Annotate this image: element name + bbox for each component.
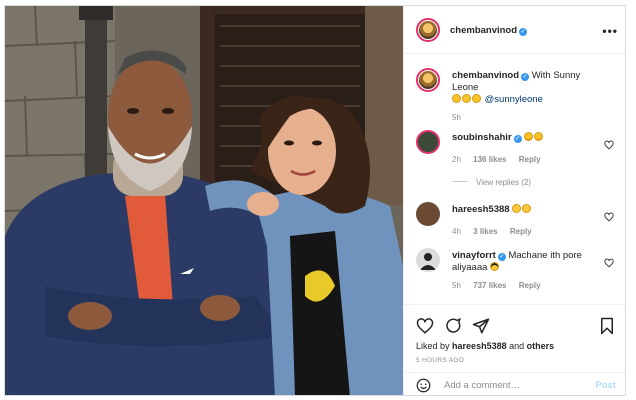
caption-username[interactable]: chembanvinod [452, 70, 519, 81]
add-comment-input[interactable] [444, 378, 584, 393]
post-actions: Liked by hareesh5388 and others 5 HOURS … [404, 304, 625, 372]
comment-body: hareesh5388 4h 3 likes Reply [452, 204, 602, 238]
person-silhouette-icon [420, 253, 436, 270]
caption-meta: 5h [452, 112, 602, 124]
smile-emoji-icon [452, 94, 461, 103]
view-replies-link[interactable]: View replies (2) [452, 178, 531, 187]
comment-meta: 2h 136 likes Reply [452, 154, 602, 166]
emoji-picker-icon[interactable] [416, 378, 431, 393]
comment-username[interactable]: vinayforrt [452, 250, 496, 261]
surprised-emoji-icon [522, 204, 532, 213]
liked-by-summary: Liked by hareesh5388 and others [416, 341, 554, 351]
author-line: chembanvinod ✓ [450, 25, 528, 36]
author-avatar[interactable] [416, 68, 440, 92]
heart-eyes-emoji-icon [524, 132, 534, 141]
heart-eyes-emoji-icon [534, 132, 544, 141]
surprised-emoji-icon [512, 204, 522, 213]
comment-likes[interactable]: 136 likes [473, 155, 506, 164]
comment-username[interactable]: hareesh5388 [452, 204, 510, 215]
verified-badge-icon: ✓ [497, 253, 506, 261]
comment-bubble-icon[interactable] [444, 317, 462, 335]
verified-badge-icon: ✓ [519, 28, 528, 36]
post-side-panel: chembanvinod ✓ ••• chembanvinod ✓ With Sun… [403, 6, 625, 395]
reply-button[interactable]: Reply [519, 155, 541, 164]
add-comment-bar: Post [404, 372, 625, 395]
liked-by-prefix: Liked by [416, 341, 450, 351]
comment-meta: 5h 737 likes Reply [452, 280, 602, 292]
smile-emoji-icon [472, 94, 481, 103]
like-heart-icon[interactable] [416, 317, 434, 335]
save-bookmark-icon[interactable] [598, 317, 616, 335]
author-username[interactable]: chembanvinod [450, 25, 517, 36]
sunglasses-emoji-icon [490, 262, 500, 271]
comment-meta: 4h 3 likes Reply [452, 226, 602, 238]
more-options-button[interactable]: ••• [602, 24, 618, 38]
liked-by-others[interactable]: others [527, 341, 555, 351]
comments-list: chembanvinod ✓ With Sunny Leone @sunnyleo… [404, 54, 625, 304]
comment-time: 5h [452, 281, 461, 290]
comment-likes[interactable]: 3 likes [473, 227, 497, 236]
comment-body: soubinshahir ✓ 2h 136 likes Reply [452, 132, 602, 166]
comment-likes[interactable]: 737 likes [473, 281, 506, 290]
post-comment-button[interactable]: Post [595, 380, 616, 391]
instagram-post-window: chembanvinod ✓ ••• chembanvinod ✓ With Sun… [4, 5, 626, 396]
comment-body: vinayforrt ✓ Machane ith pore aliyaaaa 5h… [452, 250, 602, 292]
commenter-avatar[interactable] [416, 202, 440, 226]
comment-time: 2h [452, 155, 461, 164]
post-time-ago[interactable]: 5 HOURS AGO [416, 357, 464, 364]
post-photo[interactable] [5, 6, 403, 395]
post-photo-illustration [5, 6, 403, 395]
caption-body: chembanvinod ✓ With Sunny Leone @sunnyleo… [452, 70, 602, 124]
like-comment-heart-icon[interactable] [604, 258, 614, 268]
author-avatar[interactable] [416, 18, 440, 42]
reply-button[interactable]: Reply [510, 227, 532, 236]
share-paper-plane-icon[interactable] [472, 317, 490, 335]
liked-by-user[interactable]: hareesh5388 [452, 341, 507, 351]
reply-button[interactable]: Reply [519, 281, 541, 290]
like-comment-heart-icon[interactable] [604, 140, 614, 150]
verified-badge-icon: ✓ [513, 135, 522, 143]
like-comment-heart-icon[interactable] [604, 212, 614, 222]
commenter-avatar[interactable] [416, 130, 440, 154]
caption-time: 5h [452, 113, 461, 122]
liked-by-and: and [509, 341, 525, 351]
comment-time: 4h [452, 227, 461, 236]
smile-emoji-icon [462, 94, 471, 103]
commenter-avatar[interactable] [416, 248, 440, 272]
caption-mention-link[interactable]: @sunnyleone [485, 94, 543, 105]
verified-badge-icon: ✓ [521, 73, 530, 81]
comment-username[interactable]: soubinshahir [452, 132, 512, 143]
post-header: chembanvinod ✓ ••• [404, 6, 625, 54]
